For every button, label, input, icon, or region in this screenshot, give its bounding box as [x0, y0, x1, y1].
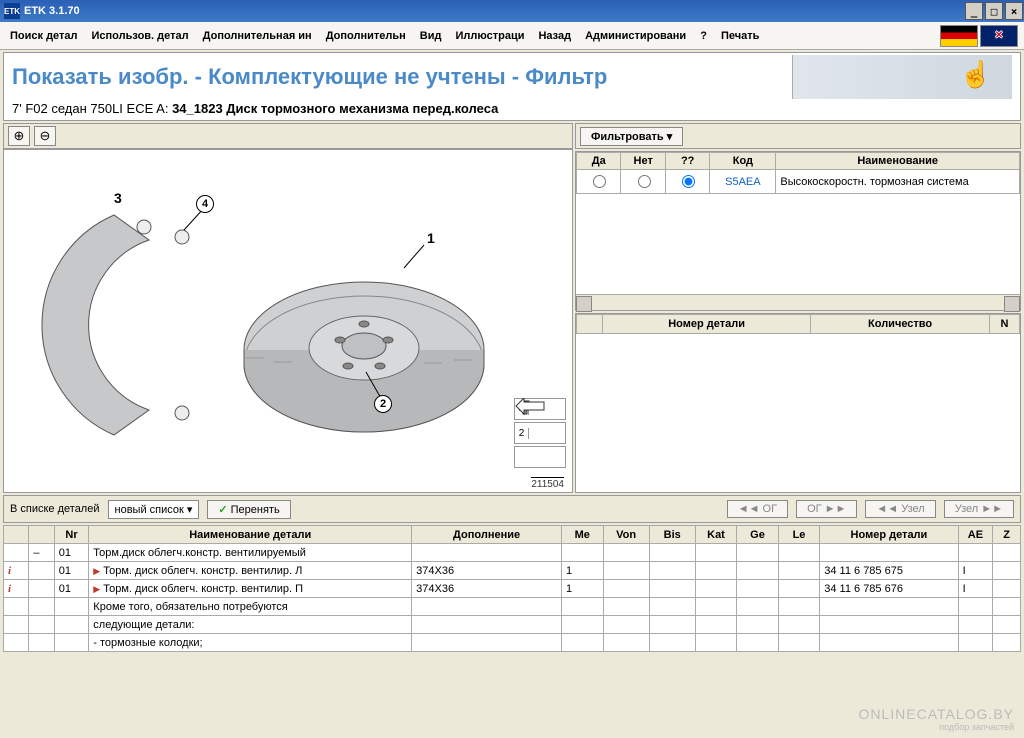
menu-help[interactable]: ? — [696, 28, 711, 44]
menu-admin[interactable]: Администировани — [581, 28, 690, 44]
triangle-icon: ▶ — [93, 566, 100, 576]
in-list-label: В списке деталей — [10, 503, 100, 515]
details-row[interactable]: - тормозные колодки; — [4, 634, 1021, 652]
dt-col-von[interactable]: Von — [603, 526, 649, 544]
breadcrumb: 7' F02 седан 750LI ECE A: 34_1823 Диск т… — [4, 101, 1020, 120]
info-icon: i — [8, 583, 11, 595]
filter-col-name[interactable]: Наименование — [776, 153, 1020, 170]
node-next-button[interactable]: Узел ►► — [944, 500, 1014, 518]
list-select[interactable]: новый список ▾ — [108, 500, 200, 519]
selected-parts-header: Номер детали Количество N — [576, 314, 1020, 334]
callout-4[interactable]: 4 — [196, 195, 214, 213]
callout-2[interactable]: 2 — [374, 395, 392, 413]
menu-search[interactable]: Поиск детал — [6, 28, 82, 44]
legend-row-2[interactable]: 2 — [514, 422, 566, 444]
zoom-in-button[interactable]: ⊕ — [8, 126, 30, 146]
zoom-out-button[interactable]: ⊖ — [34, 126, 56, 146]
diagram-id: 211504 — [531, 477, 564, 490]
legend-undo[interactable] — [514, 446, 566, 468]
details-row[interactable]: Кроме того, обязательно потребуются — [4, 598, 1021, 616]
selected-parts-panel: Номер детали Количество N — [575, 313, 1021, 493]
menu-back[interactable]: Назад — [534, 28, 575, 44]
filter-code[interactable]: S5AEA — [710, 170, 776, 194]
filter-row[interactable]: S5AEA Высокоскоростн. тормозная система — [577, 170, 1020, 194]
dt-col-info[interactable] — [4, 526, 29, 544]
pointer-icon: ☝ — [960, 59, 992, 90]
dt-col-name[interactable]: Наименование детали — [89, 526, 412, 544]
sp-col-blank[interactable] — [577, 315, 603, 334]
brake-disc-diagram — [4, 150, 564, 490]
lang-german-button[interactable] — [940, 25, 978, 47]
dt-col-mark[interactable] — [29, 526, 54, 544]
menu-extra-info[interactable]: Дополнительная ин — [199, 28, 316, 44]
list-toolbar: В списке деталей новый список ▾ ✓Перенят… — [3, 495, 1021, 523]
filter-button[interactable]: Фильтровать ▾ — [580, 127, 683, 146]
details-row[interactable]: –01Торм.диск облегч.констр. вентилируемы… — [4, 544, 1021, 562]
filter-name: Высокоскоростн. тормозная система — [776, 170, 1020, 194]
dt-col-kat[interactable]: Kat — [695, 526, 737, 544]
dt-col-nr[interactable]: Nr — [54, 526, 89, 544]
filter-col-yes[interactable]: Да — [577, 153, 621, 170]
diagram-legend: 4 2 — [514, 398, 566, 468]
dt-col-me[interactable]: Me — [562, 526, 604, 544]
menu-illustration[interactable]: Иллюстраци — [451, 28, 528, 44]
dt-col-partnum[interactable]: Номер детали — [820, 526, 958, 544]
og-next-button[interactable]: ОГ ►► — [796, 500, 857, 518]
main-area: ⊕ ⊖ — [3, 123, 1021, 493]
filter-radio-yes[interactable] — [593, 175, 606, 188]
menu-extra[interactable]: Дополнительн — [322, 28, 410, 44]
sp-col-n[interactable]: N — [990, 315, 1020, 334]
dt-col-z[interactable]: Z — [993, 526, 1021, 544]
diagram-canvas[interactable]: 3 4 1 2 4 2 — [3, 149, 573, 493]
diagram-pane: ⊕ ⊖ — [3, 123, 573, 493]
callout-1: 1 — [427, 230, 435, 246]
og-prev-button[interactable]: ◄◄ ОГ — [727, 500, 788, 518]
zoom-toolbar: ⊕ ⊖ — [3, 123, 573, 149]
dt-col-ae[interactable]: AE — [958, 526, 993, 544]
filter-col-code[interactable]: Код — [710, 153, 776, 170]
menu-print[interactable]: Печать — [717, 28, 763, 44]
parts-banner: ☝ — [792, 55, 1012, 99]
filter-toolbar: Фильтровать ▾ — [575, 123, 1021, 149]
sp-col-number[interactable]: Номер детали — [603, 315, 811, 334]
filter-col-q[interactable]: ?? — [665, 153, 709, 170]
close-button[interactable]: × — [1005, 2, 1023, 20]
dt-col-ge[interactable]: Ge — [737, 526, 779, 544]
details-row[interactable]: i01▶ Торм. диск облегч. констр. вентилир… — [4, 562, 1021, 580]
vehicle-info: 7' F02 седан 750LI ECE A: — [12, 101, 168, 116]
node-prev-button[interactable]: ◄◄ Узел — [865, 500, 935, 518]
filter-col-no[interactable]: Нет — [621, 153, 665, 170]
lang-english-button[interactable] — [980, 25, 1018, 47]
callout-3: 3 — [114, 190, 122, 206]
apply-button[interactable]: ✓Перенять — [207, 500, 290, 519]
filter-scrollbar[interactable] — [576, 294, 1020, 310]
filter-panel: Да Нет ?? Код Наименование S5AEA Высокос… — [575, 151, 1021, 311]
watermark: ONLINECATALOG.BY подбор запчастей — [858, 706, 1014, 732]
part-code: 34_1823 Диск тормозного механизма перед.… — [172, 101, 498, 116]
maximize-button[interactable]: □ — [985, 2, 1003, 20]
legend-num-2: 2 — [515, 428, 529, 439]
titlebar: ETK ETK 3.1.70 _ □ × — [0, 0, 1024, 22]
right-pane: Фильтровать ▾ Да Нет ?? Код Наименование… — [575, 123, 1021, 493]
filter-radio-no[interactable] — [638, 175, 651, 188]
window-title: ETK 3.1.70 — [24, 5, 80, 17]
details-row[interactable]: следующие детали: — [4, 616, 1021, 634]
header-panel: Показать изобр. - Комплектующие не учтен… — [3, 52, 1021, 121]
page-title: Показать изобр. - Комплектующие не учтен… — [12, 64, 607, 90]
filter-table: Да Нет ?? Код Наименование S5AEA Высокос… — [576, 152, 1020, 194]
menubar: Поиск детал Использов. детал Дополнитель… — [0, 22, 1024, 50]
menu-usage[interactable]: Использов. детал — [88, 28, 193, 44]
minimize-button[interactable]: _ — [965, 2, 983, 20]
info-icon: i — [8, 565, 11, 577]
triangle-icon: ▶ — [93, 584, 100, 594]
app-icon: ETK — [4, 3, 20, 19]
sp-col-qty[interactable]: Количество — [811, 315, 990, 334]
menu-view[interactable]: Вид — [416, 28, 446, 44]
dt-col-dop[interactable]: Дополнение — [412, 526, 562, 544]
details-table: Nr Наименование детали Дополнение Me Von… — [3, 525, 1021, 652]
filter-radio-q[interactable] — [682, 175, 695, 188]
dt-col-bis[interactable]: Bis — [649, 526, 695, 544]
dt-col-le[interactable]: Le — [778, 526, 820, 544]
details-row[interactable]: i01▶ Торм. диск облегч. констр. вентилир… — [4, 580, 1021, 598]
